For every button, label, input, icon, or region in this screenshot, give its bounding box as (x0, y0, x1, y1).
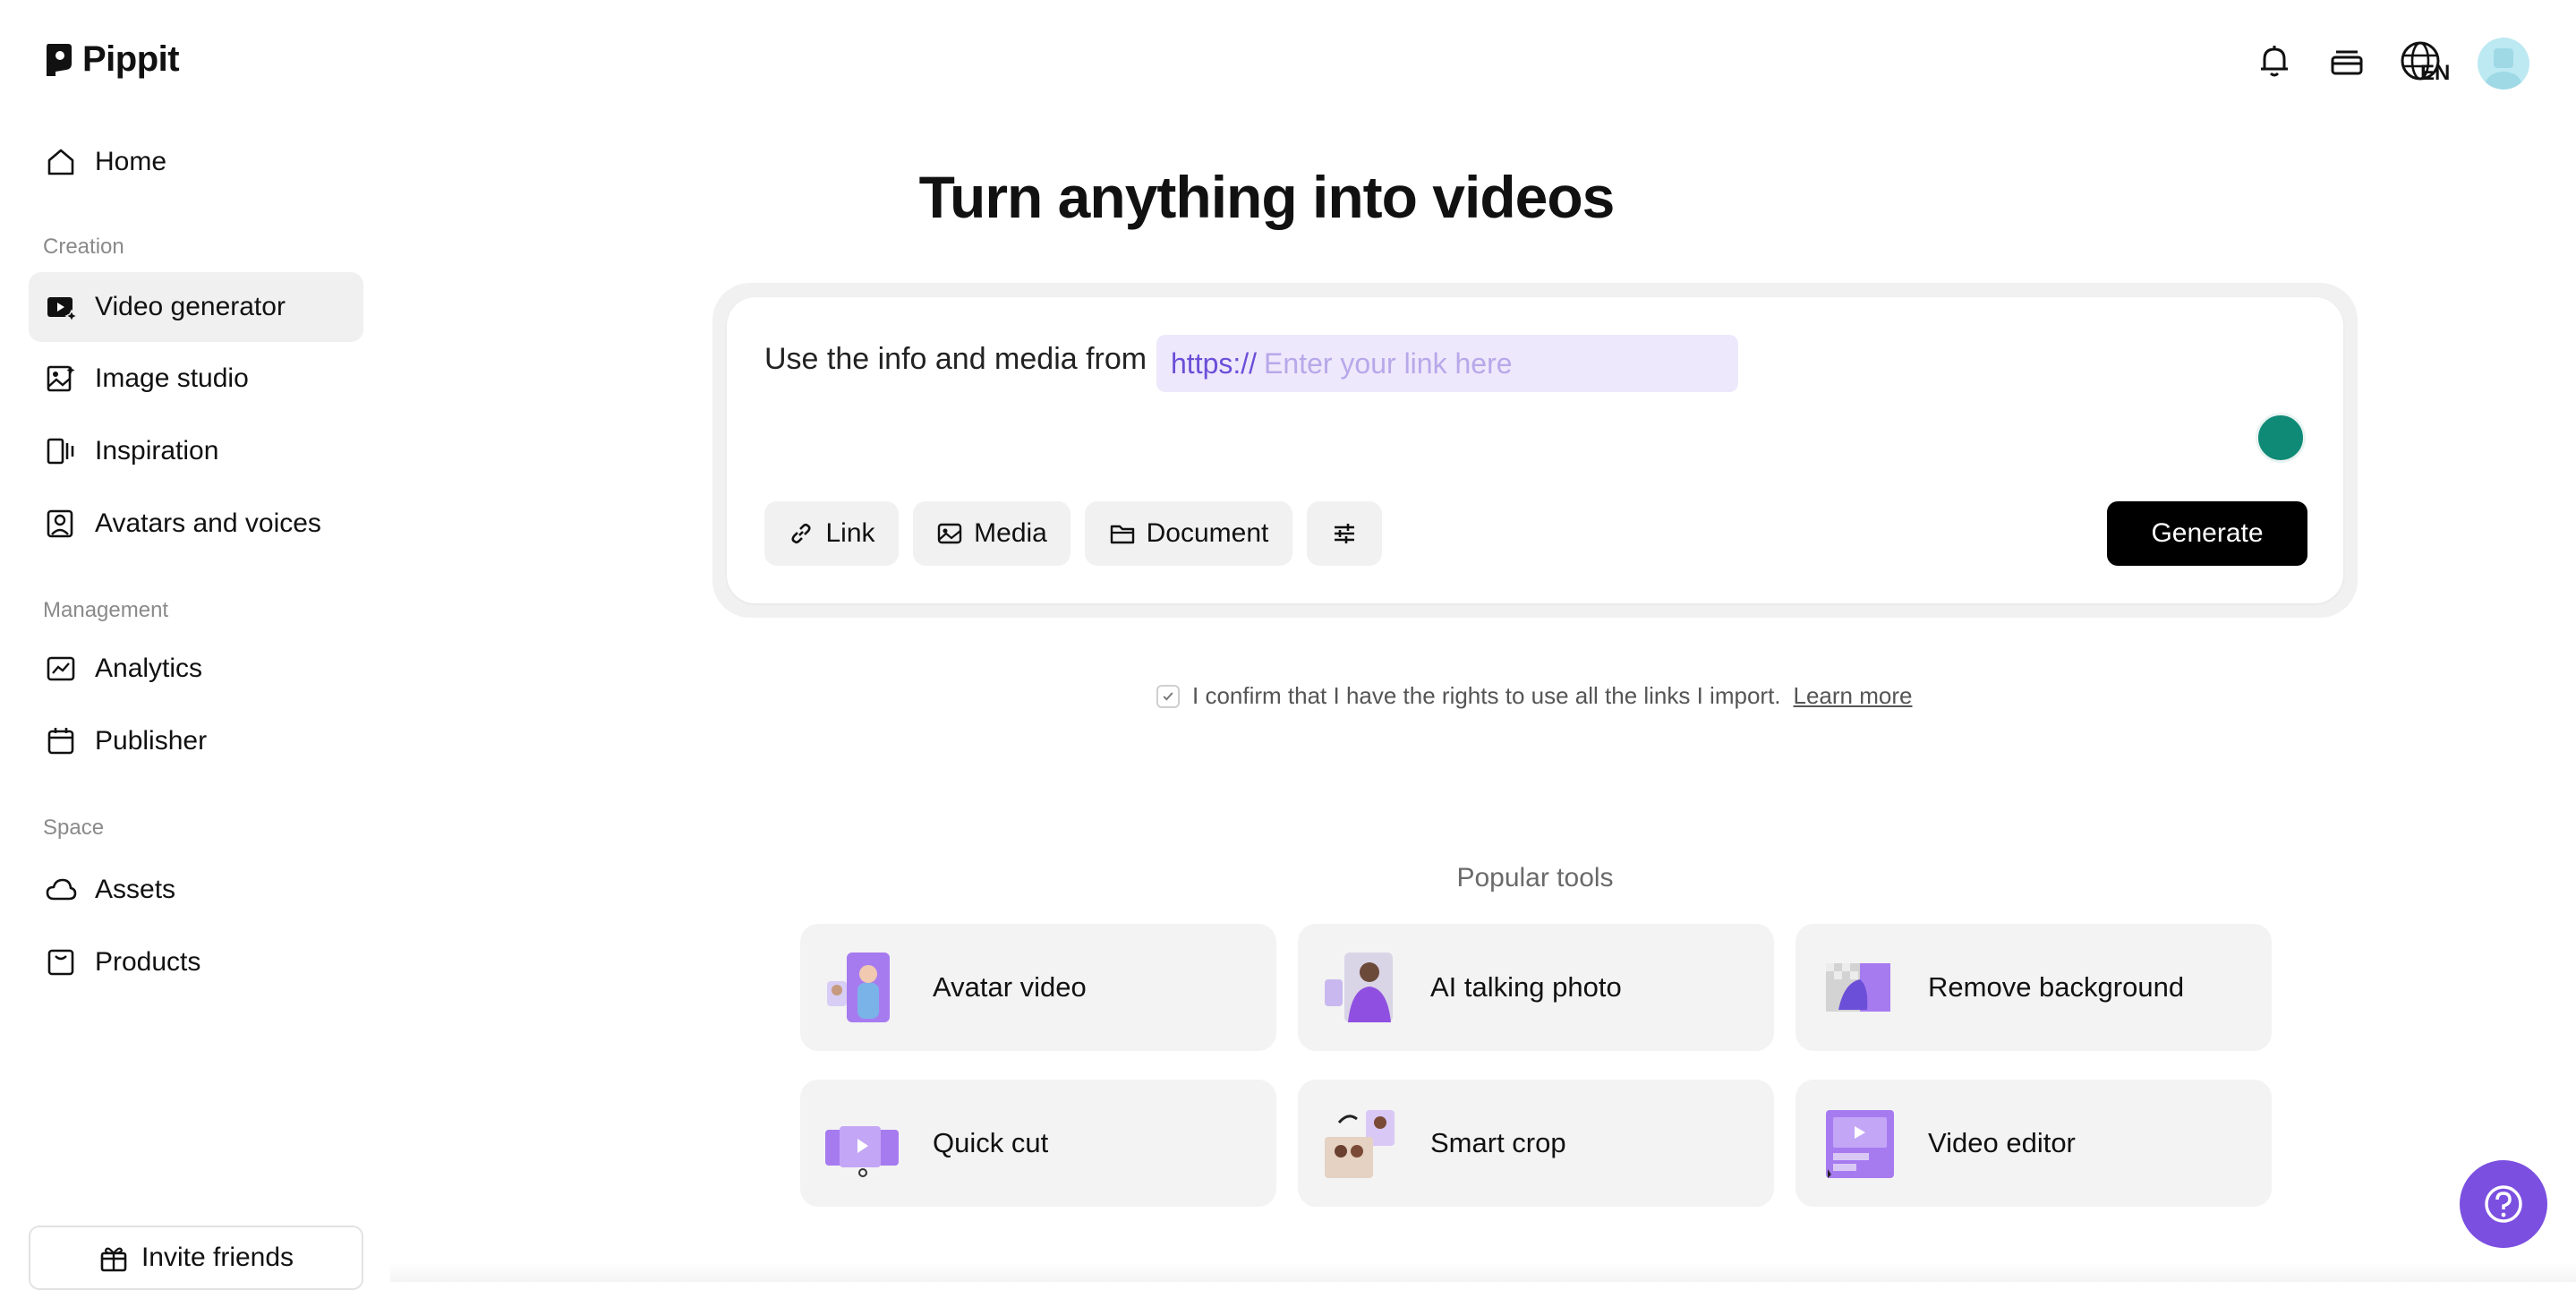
sidebar-item-products[interactable]: Products (29, 927, 363, 997)
tool-smart-crop[interactable]: Smart crop (1298, 1080, 1774, 1207)
check-icon (1163, 691, 1173, 701)
avatar-silhouette-icon (2486, 48, 2521, 90)
sidebar-item-analytics[interactable]: Analytics (29, 634, 363, 704)
confirm-text: I confirm that I have the rights to use … (1192, 682, 1781, 709)
sidebar: Pippit Home Creation Video generator Ima… (0, 0, 390, 1290)
page-title: Turn anything into videos (918, 164, 1616, 230)
tool-ai-talking-photo[interactable]: AI talking photo (1298, 924, 1774, 1051)
sidebar-item-image-studio[interactable]: Image studio (29, 344, 363, 414)
media-button-label: Media (974, 518, 1047, 548)
media-button[interactable]: Media (913, 501, 1070, 566)
user-avatar[interactable] (2478, 38, 2529, 90)
tool-label: Video editor (1928, 1127, 2076, 1158)
tool-label: Avatar video (933, 971, 1087, 1003)
logo[interactable]: Pippit (43, 39, 180, 80)
sidebar-item-publisher[interactable]: Publisher (29, 706, 363, 776)
sidebar-item-label: Inspiration (95, 436, 219, 466)
sidebar-item-label: Products (95, 947, 201, 977)
link-button-label: Link (825, 518, 875, 548)
home-icon (47, 149, 74, 175)
sidebar-item-video-generator[interactable]: Video generator (29, 272, 363, 342)
link-icon (791, 523, 812, 544)
tool-label: AI talking photo (1430, 971, 1622, 1003)
sidebar-item-label: Video generator (95, 292, 286, 321)
sidebar-item-home[interactable]: Home (29, 127, 363, 197)
tool-video-editor[interactable]: Video editor (1796, 1080, 2272, 1207)
folder-icon (1110, 525, 1134, 544)
link-prefix: https:// (1171, 346, 1258, 380)
image-icon (937, 523, 962, 544)
section-label-creation: Creation (43, 235, 124, 259)
avatar-icon (47, 509, 73, 538)
grammarly-icon[interactable] (2256, 413, 2306, 463)
settings-button[interactable] (1307, 501, 1382, 566)
layers-icon (2331, 50, 2363, 75)
bottom-fade (390, 1262, 2576, 1282)
sidebar-item-label: Assets (95, 875, 176, 904)
generate-button[interactable]: Generate (2107, 501, 2307, 566)
analytics-icon (47, 656, 75, 681)
learn-more-link[interactable]: Learn more (1794, 682, 1913, 710)
notifications-button[interactable] (2253, 39, 2296, 82)
invite-friends-button[interactable]: Invite friends (29, 1226, 363, 1290)
link-button[interactable]: Link (764, 501, 899, 566)
rights-confirmation: I confirm that I have the rights to use … (1156, 682, 1912, 710)
cloud-icon (46, 878, 77, 901)
image-studio-icon (47, 365, 75, 392)
smart-crop-thumbnail (1325, 1110, 1395, 1178)
tool-quick-cut[interactable]: Quick cut (800, 1080, 1276, 1207)
avatar-video-thumbnail (827, 953, 890, 1022)
section-label-space: Space (43, 816, 105, 840)
popular-tools-title: Popular tools (1456, 863, 1614, 893)
link-input[interactable]: https:// Enter your link here (1156, 335, 1738, 392)
tool-remove-background[interactable]: Remove background (1796, 924, 2272, 1051)
rights-checkbox[interactable] (1156, 684, 1180, 708)
sidebar-item-assets[interactable]: Assets (29, 855, 363, 925)
tool-avatar-video[interactable]: Avatar video (800, 924, 1276, 1051)
document-button-label: Document (1146, 518, 1269, 548)
calendar-icon (47, 728, 74, 755)
gift-icon (100, 1247, 127, 1272)
video-generator-icon (47, 297, 77, 323)
sidebar-item-inspiration[interactable]: Inspiration (29, 416, 363, 486)
document-button[interactable]: Document (1085, 501, 1292, 566)
tool-label: Smart crop (1430, 1127, 1566, 1158)
bell-icon (2261, 46, 2288, 77)
product-box-icon (47, 949, 74, 976)
invite-friends-label: Invite friends (141, 1243, 294, 1272)
tool-label: Quick cut (933, 1127, 1049, 1158)
prompt-label: Use the info and media from (764, 342, 1147, 376)
section-label-management: Management (43, 598, 169, 622)
app-name: Pippit (82, 39, 180, 79)
layers-button[interactable] (2325, 39, 2368, 82)
help-button[interactable] (2460, 1160, 2547, 1248)
sidebar-item-label: Home (95, 147, 167, 176)
video-editor-thumbnail (1826, 1110, 1894, 1178)
link-placeholder: Enter your link here (1264, 346, 1513, 380)
sidebar-item-avatars-and-voices[interactable]: Avatars and voices (29, 489, 363, 559)
sidebar-item-label: Analytics (95, 654, 203, 683)
sidebar-item-label: Publisher (95, 726, 208, 756)
sliders-icon (1335, 524, 1354, 543)
sidebar-item-label: Avatars and voices (95, 508, 321, 538)
ai-talking-photo-thumbnail (1325, 953, 1393, 1022)
quick-cut-thumbnail (825, 1126, 899, 1177)
language-code: EN (2420, 61, 2451, 85)
tool-label: Remove background (1928, 971, 2185, 1003)
pippit-logo-icon (47, 43, 72, 76)
inspiration-icon (47, 438, 74, 465)
remove-background-thumbnail (1826, 963, 1890, 1012)
question-icon (2485, 1185, 2522, 1223)
sidebar-item-label: Image studio (95, 363, 249, 393)
